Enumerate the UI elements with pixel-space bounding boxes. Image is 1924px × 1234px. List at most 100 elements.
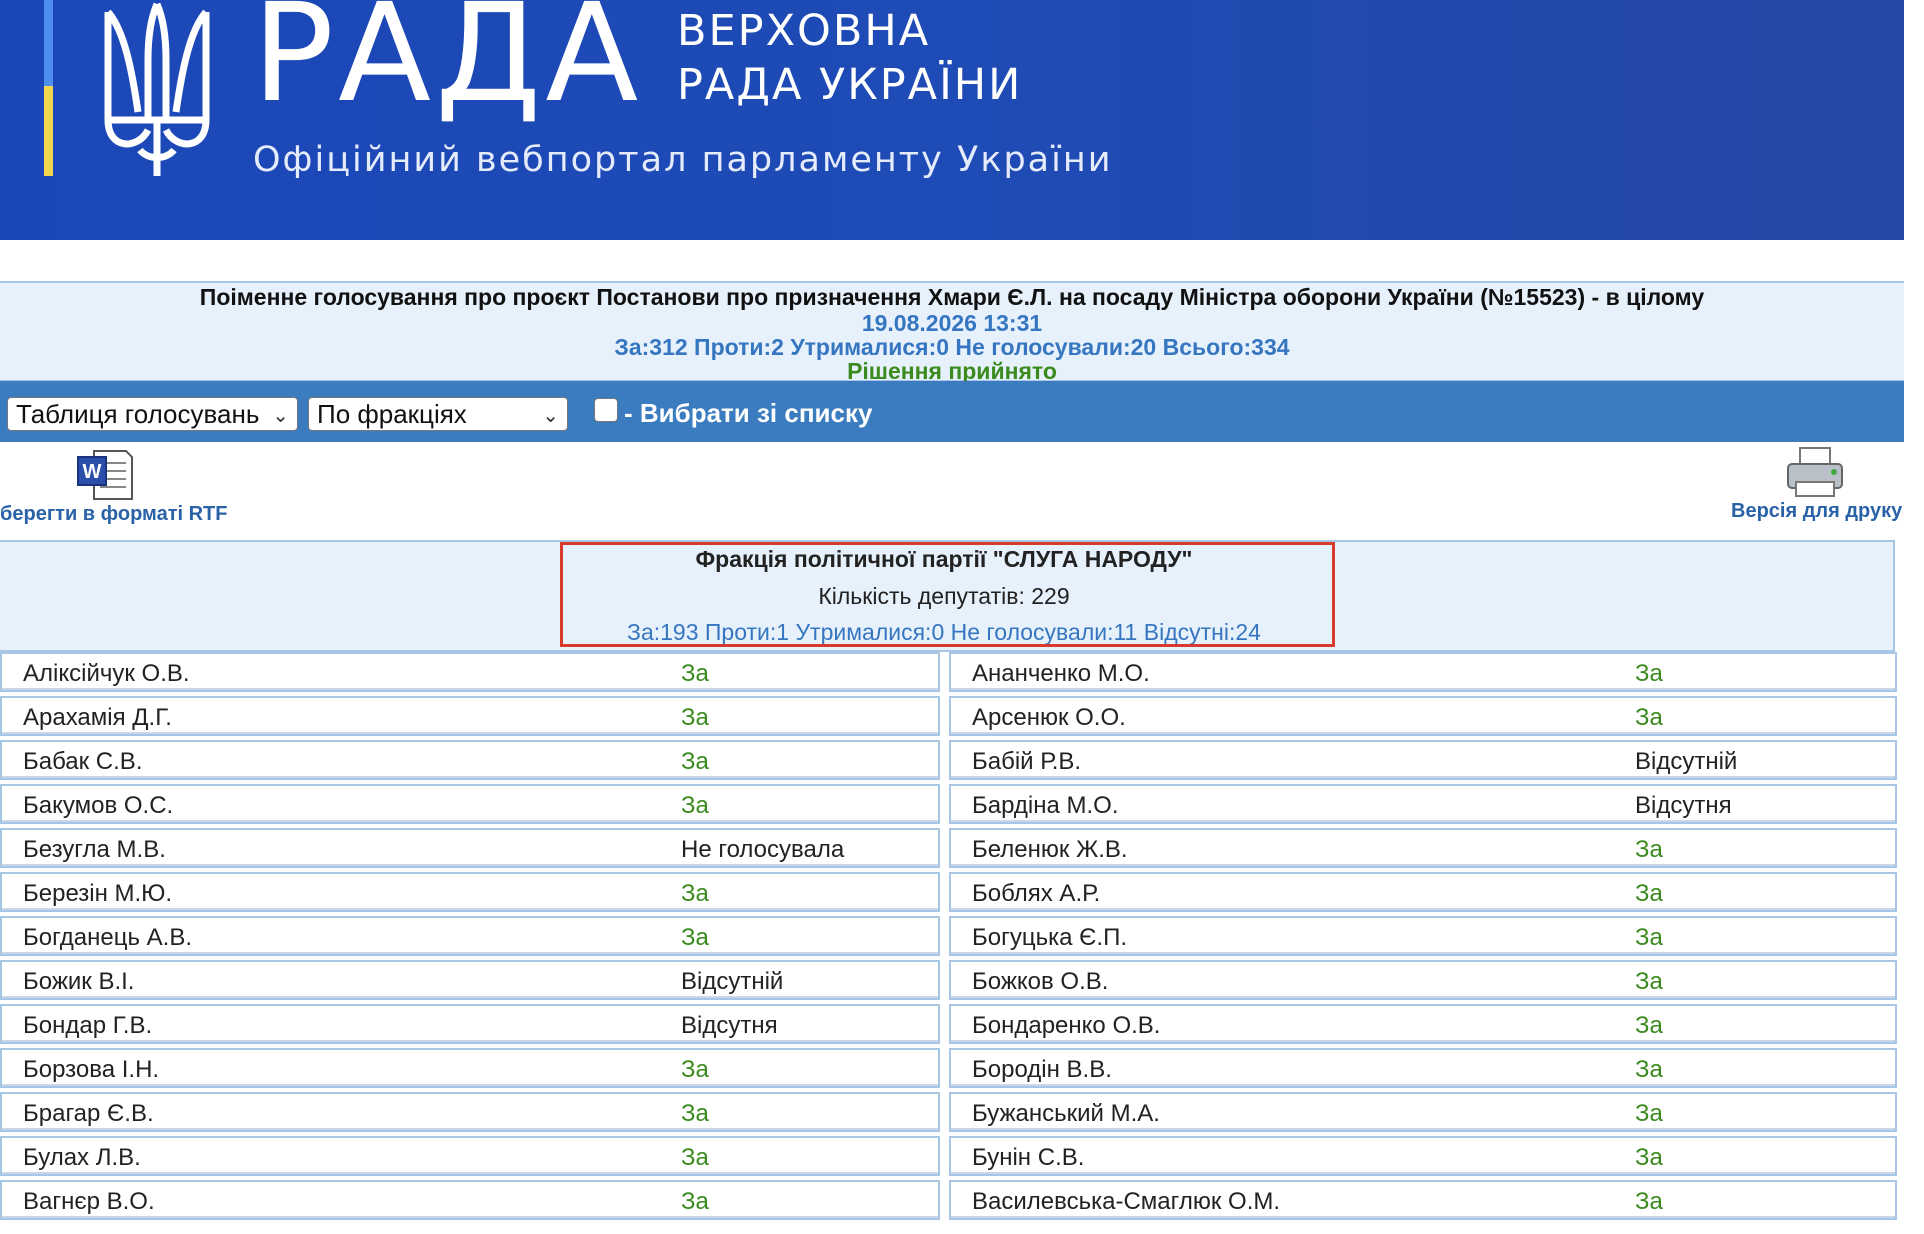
brand-wordmark: РАДА: [252, 0, 643, 133]
deputy-vote: За: [1635, 1144, 1663, 1171]
deputy-name: Бакумов О.С.: [23, 792, 174, 819]
deputy-name: Бондар Г.В.: [23, 1012, 153, 1039]
flag-bar-yellow: [44, 86, 53, 176]
printer-icon[interactable]: [1784, 446, 1846, 498]
parliament-name: ВЕРХОВНА РАДА УКРАЇНИ: [677, 6, 1023, 110]
deputy-row: Бардіна М.О. Відсутня: [949, 784, 1897, 824]
deputy-row: Божков О.В. За: [949, 960, 1897, 1000]
deputy-vote: Відсутній: [1635, 748, 1738, 775]
deputy-row: Василевська-Смаглюк О.М. За: [949, 1180, 1897, 1220]
deputy-row: Бужанський М.А. За: [949, 1092, 1897, 1132]
print-version-link[interactable]: Версія для друку: [1731, 500, 1902, 523]
deputy-name: Беленюк Ж.В.: [972, 836, 1128, 863]
deputy-row: Богуцька Є.П. За: [949, 916, 1897, 956]
deputy-name: Василевська-Смаглюк О.М.: [972, 1188, 1281, 1215]
deputy-vote: За: [681, 924, 709, 951]
chevron-down-icon: ⌄: [542, 405, 559, 427]
deputy-row: Бородін В.В. За: [949, 1048, 1897, 1088]
deputy-name: Бабак С.В.: [23, 748, 143, 775]
svg-text:W: W: [83, 461, 102, 483]
deputy-row: Вагнєр В.О. За: [0, 1180, 940, 1220]
deputy-row: Арсенюк О.О. За: [949, 696, 1897, 736]
chevron-down-icon: ⌄: [272, 405, 289, 427]
deputy-vote: За: [681, 880, 709, 907]
deputy-vote: За: [681, 660, 709, 687]
deputy-vote: Відсутня: [681, 1012, 778, 1039]
deputy-name: Безугла М.В.: [23, 836, 166, 863]
deputy-row: Боблях А.Р. За: [949, 872, 1897, 912]
deputy-row: Божик В.І. Відсутній: [0, 960, 940, 1000]
view-toolbar: Таблиця голосувань ⌄ По фракціях ⌄: [0, 381, 1904, 442]
deputy-name: Божик В.І.: [23, 968, 135, 995]
deputy-name: Арахамія Д.Г.: [23, 704, 172, 731]
deputy-name: Богуцька Є.П.: [972, 924, 1127, 951]
deputy-row: Булах Л.В. За: [0, 1136, 940, 1176]
deputy-name: Бунін С.В.: [972, 1144, 1085, 1171]
deputy-vote: За: [1635, 1100, 1663, 1127]
deputy-vote: За: [681, 1100, 709, 1127]
deputy-vote: За: [1635, 880, 1663, 907]
deputy-name: Бородін В.В.: [972, 1056, 1112, 1083]
save-rtf-link[interactable]: берегти в форматі RTF: [0, 503, 228, 526]
deputy-name: Бужанський М.А.: [972, 1100, 1160, 1127]
deputy-row: Бондаренко О.В. За: [949, 1004, 1897, 1044]
deputy-name: Булах Л.В.: [23, 1144, 141, 1171]
deputy-row: Бабій Р.В. Відсутній: [949, 740, 1897, 780]
deputy-vote: За: [1635, 924, 1663, 951]
deputy-row: Богданець А.В. За: [0, 916, 940, 956]
flag-bar-blue: [44, 0, 53, 86]
vote-datetime: 19.08.2026 13:31: [861, 310, 1043, 336]
site-header-banner: РАДА ВЕРХОВНА РАДА УКРАЇНИ Офіційний веб…: [0, 0, 1904, 240]
deputy-vote: За: [681, 748, 709, 775]
trident-icon: [104, 2, 210, 176]
deputy-name: Богданець А.В.: [23, 924, 192, 951]
deputy-name: Аліксійчук О.В.: [23, 660, 190, 687]
choose-from-list-label: - Вибрати зі списку: [624, 398, 873, 428]
deputy-row: Ананченко М.О. За: [949, 652, 1897, 692]
deputy-vote: За: [681, 1188, 709, 1215]
deputy-name: Боблях А.Р.: [972, 880, 1101, 907]
deputy-vote: За: [681, 1144, 709, 1171]
grouping-select[interactable]: По фракціях ⌄: [308, 397, 568, 431]
deputy-name: Бондаренко О.В.: [972, 1012, 1161, 1039]
deputy-vote: Відсутня: [1635, 792, 1732, 819]
deputy-row: Бакумов О.С. За: [0, 784, 940, 824]
deputy-name: Бардіна М.О.: [972, 792, 1119, 819]
deputy-row: Бабак С.В. За: [0, 740, 940, 780]
site-subtitle: Офіційний вебпортал парламенту України: [253, 140, 1113, 180]
deputy-vote: За: [1635, 1012, 1663, 1039]
deputy-vote: За: [681, 704, 709, 731]
choose-from-list-checkbox[interactable]: [594, 398, 618, 422]
deputy-vote: Не голосувала: [681, 836, 845, 863]
faction-highlight-box: [560, 542, 1335, 647]
word-document-icon[interactable]: W: [76, 449, 134, 501]
deputy-row: Бондар Г.В. Відсутня: [0, 1004, 940, 1044]
deputy-vote: Відсутній: [681, 968, 784, 995]
deputy-name: Ананченко М.О.: [972, 660, 1150, 687]
deputy-name: Вагнєр В.О.: [23, 1188, 155, 1215]
deputy-name: Бабій Р.В.: [972, 748, 1082, 775]
deputy-vote: За: [1635, 704, 1663, 731]
deputy-row: Беленюк Ж.В. За: [949, 828, 1897, 868]
deputy-name: Божков О.В.: [972, 968, 1109, 995]
deputy-row: Арахамія Д.Г. За: [0, 696, 940, 736]
deputy-vote: За: [1635, 1188, 1663, 1215]
deputy-row: Брагар Є.В. За: [0, 1092, 940, 1132]
deputy-name: Брагар Є.В.: [23, 1100, 154, 1127]
deputy-row: Безугла М.В. Не голосувала: [0, 828, 940, 868]
deputy-vote: За: [1635, 968, 1663, 995]
deputy-vote: За: [1635, 1056, 1663, 1083]
deputy-name: Березін М.Ю.: [23, 880, 173, 907]
deputy-row: Березін М.Ю. За: [0, 872, 940, 912]
deputy-row: Бунін С.В. За: [949, 1136, 1897, 1176]
vote-summary: Поіменне голосування про проєкт Постанов…: [0, 281, 1904, 383]
view-mode-select[interactable]: Таблиця голосувань ⌄: [7, 397, 298, 431]
deputy-name: Борзова І.Н.: [23, 1056, 160, 1083]
vote-stats: За:312 Проти:2 Утрималися:0 Не голосувал…: [614, 334, 1290, 360]
deputy-vote: За: [1635, 836, 1663, 863]
deputy-name: Арсенюк О.О.: [972, 704, 1126, 731]
deputy-vote: За: [681, 792, 709, 819]
deputy-row: Аліксійчук О.В. За: [0, 652, 940, 692]
deputy-vote: За: [681, 1056, 709, 1083]
deputy-row: Борзова І.Н. За: [0, 1048, 940, 1088]
